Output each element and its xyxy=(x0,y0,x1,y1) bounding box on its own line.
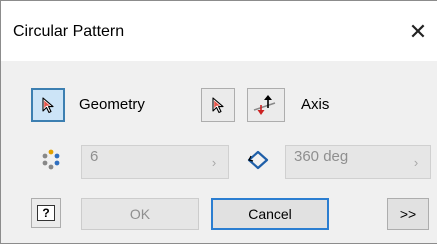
ok-button[interactable]: OK xyxy=(81,198,199,230)
axis-select-button[interactable] xyxy=(201,88,235,122)
dialog-title: Circular Pattern xyxy=(13,23,125,40)
flip-direction-icon xyxy=(253,95,276,115)
help-glyph: ? xyxy=(42,206,50,220)
count-field[interactable]: 6 › xyxy=(81,145,229,179)
title-bar: Circular Pattern ✕ xyxy=(1,1,437,61)
angle-field[interactable]: 360 deg › xyxy=(285,145,431,179)
circular-pattern-dialog: Circular Pattern ✕ Geometry Axis 6 › 360… xyxy=(0,0,437,244)
close-icon[interactable]: ✕ xyxy=(403,17,433,47)
more-options-button[interactable]: >> xyxy=(387,198,429,230)
angle-chevron-icon[interactable]: › xyxy=(402,146,430,178)
help-icon: ? xyxy=(37,205,55,221)
cancel-button[interactable]: Cancel xyxy=(211,198,329,230)
rotation-angle-icon xyxy=(245,147,271,173)
select-arrow-icon xyxy=(212,97,224,114)
geometry-label: Geometry xyxy=(79,96,145,113)
angle-value: 360 deg xyxy=(294,148,349,165)
count-chevron-icon[interactable]: › xyxy=(200,146,228,178)
count-value: 6 xyxy=(90,148,99,165)
cancel-label: Cancel xyxy=(248,206,292,222)
ok-label: OK xyxy=(129,206,151,222)
axis-flip-button[interactable] xyxy=(247,88,285,122)
pattern-count-icon xyxy=(39,147,63,171)
help-button[interactable]: ? xyxy=(31,198,61,228)
select-arrow-icon xyxy=(42,97,54,114)
axis-label: Axis xyxy=(301,96,330,113)
more-options-label: >> xyxy=(399,206,417,222)
geometry-select-button[interactable] xyxy=(31,88,65,122)
